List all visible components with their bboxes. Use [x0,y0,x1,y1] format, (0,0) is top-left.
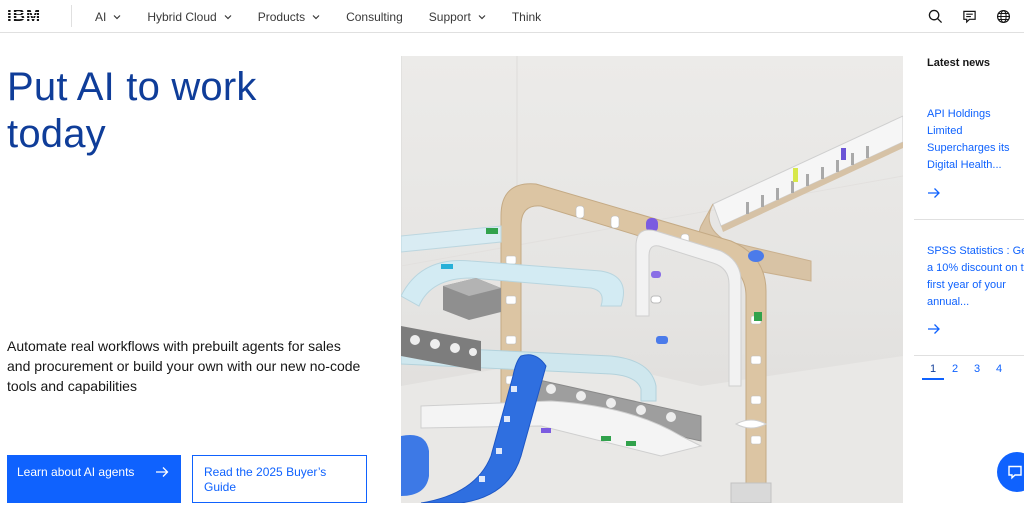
button-label: Read the 2025 Buyer’s Guide [204,465,327,494]
nav-item-hybrid-cloud[interactable]: Hybrid Cloud [147,9,232,24]
nav-item-label: Products [257,9,306,24]
news-pagination: 1 2 3 4 [922,363,1010,380]
search-icon [928,9,942,24]
latest-news-panel: Latest news API Holdings Limited Superch… [914,33,1024,512]
hero-description: Automate real workflows with prebuilt ag… [7,338,361,394]
hero-title: Put AI to work today [7,64,387,158]
arrow-right-icon[interactable] [927,322,941,336]
news-divider [914,355,1024,356]
hero-title-line: Put AI to work [7,65,257,109]
hero-image [401,56,903,503]
chevron-down-icon [312,14,320,19]
nav-item-label: Think [511,9,542,24]
language-button[interactable] [992,6,1014,28]
chevron-down-icon [224,14,232,19]
logo-text: IBM [7,6,42,25]
learn-about-ai-agents-button[interactable]: Learn about AI agents [7,455,181,503]
nav-item-support[interactable]: Support [429,10,486,24]
nav-item-label: AI [95,9,107,24]
news-item-link[interactable]: SPSS Statistics : Get a 10% discount on … [927,243,1024,311]
nav-tools [912,0,1024,33]
search-button[interactable] [924,6,946,28]
globe-icon [996,9,1010,24]
page-2-link[interactable]: 2 [944,363,966,380]
chevron-down-icon [113,14,121,19]
nav-item-label: Consulting [346,9,403,24]
chevron-down-icon [478,14,486,19]
page-1-link[interactable]: 1 [922,363,944,380]
top-navigation: IBM AI Hybrid Cloud Products Consulting … [0,0,1024,33]
news-divider [914,219,1024,220]
news-item-text: SPSS Statistics : Get a 10% discount on … [927,245,1024,308]
nav-item-consulting[interactable]: Consulting [346,10,403,24]
nav-divider [71,5,72,27]
page-4-link[interactable]: 4 [988,363,1010,380]
latest-news-heading: Latest news [927,57,990,69]
news-item-link[interactable]: API Holdings Limited Supercharges its Di… [927,106,1024,174]
chat-icon [962,10,976,24]
arrow-right-icon[interactable] [927,186,941,200]
page-3-link[interactable]: 3 [966,363,988,380]
nav-item-ai[interactable]: AI [95,10,121,24]
ibm-logo[interactable]: IBM [7,6,51,25]
nav-item-think[interactable]: Think [512,10,541,24]
buyers-guide-button[interactable]: Read the 2025 Buyer’s Guide [192,455,367,503]
arrow-right-icon [156,467,169,477]
conveyor-illustration [401,56,903,503]
hero-title-line: today [7,112,106,156]
nav-item-label: Hybrid Cloud [147,9,217,24]
chat-icon [1008,465,1022,480]
button-label: Learn about AI agents [17,465,135,479]
nav-item-products[interactable]: Products [258,10,320,24]
nav-item-label: Support [428,9,471,24]
main-menu: AI Hybrid Cloud Products Consulting Supp… [95,0,567,33]
contact-button[interactable] [958,6,980,28]
